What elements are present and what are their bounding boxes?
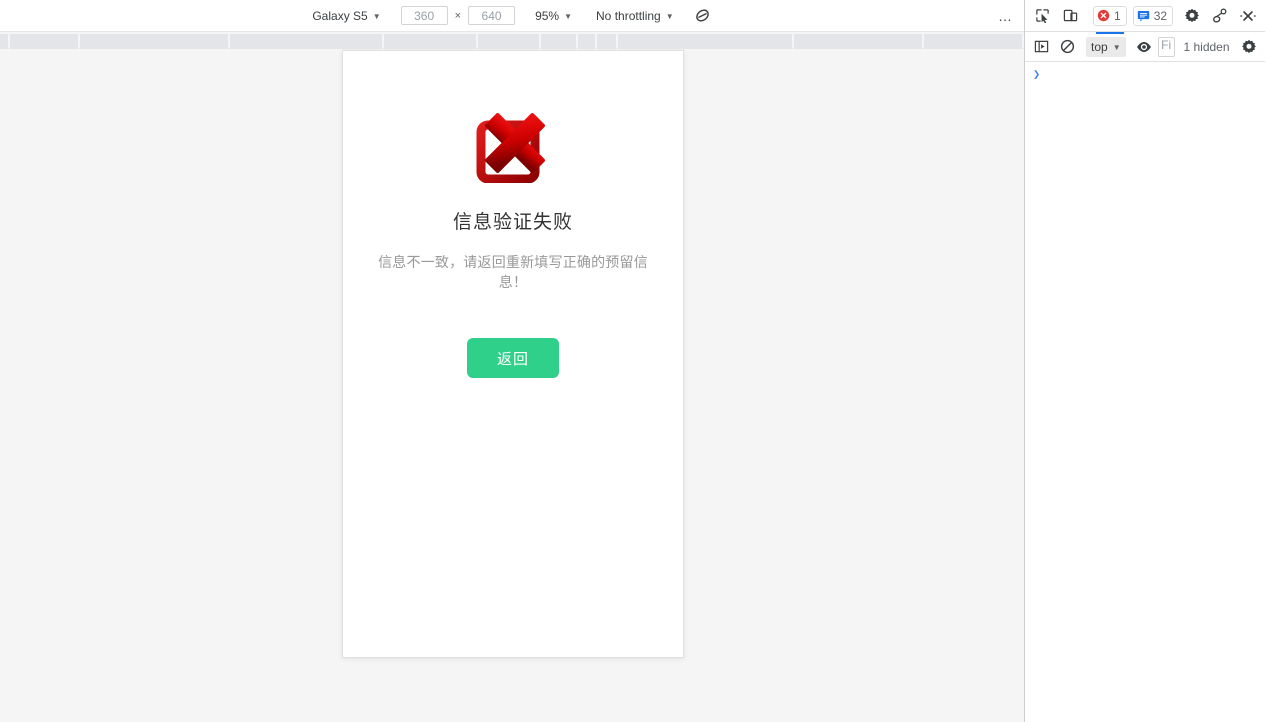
ruler-segment [384, 34, 476, 49]
console-message-area[interactable]: ❯ [1025, 62, 1265, 722]
chevron-down-icon: ▼ [564, 13, 572, 21]
close-icon[interactable] [1235, 4, 1261, 28]
message-bubble-icon [1137, 9, 1150, 22]
rotate-icon[interactable] [690, 5, 716, 27]
throttling-selector[interactable]: No throttling ▼ [592, 5, 678, 27]
clear-console-icon-glyph [1060, 39, 1075, 54]
device-toolbar-toggle-icon-glyph [1063, 8, 1078, 23]
live-expression-eye-icon[interactable] [1132, 35, 1157, 59]
console-context-label: top [1091, 40, 1108, 54]
console-prompt[interactable]: ❯ [1025, 62, 1265, 87]
error-count-badge[interactable]: 1 [1093, 6, 1127, 26]
console-context-selector[interactable]: top ▼ [1086, 37, 1126, 57]
ruler-segment [0, 34, 8, 49]
device-toolbar-controls: Galaxy S5 ▼ 360 × 640 95% ▼ No throttlin… [308, 5, 715, 27]
page-title: 信息验证失败 [453, 207, 573, 234]
back-button[interactable]: 返回 [467, 338, 559, 378]
console-filter-input[interactable]: Fi [1158, 37, 1175, 57]
ruler-segment [924, 34, 1022, 49]
console-prompt-chevron-icon: ❯ [1033, 67, 1040, 82]
ruler-segment [10, 34, 78, 49]
close-icon-glyph [1240, 8, 1256, 24]
devtools-topbar: 1 32 [1025, 0, 1265, 32]
browser-window: Galaxy S5 ▼ 360 × 640 95% ▼ No throttlin… [0, 0, 1266, 722]
console-toolbar: top ▼ Fi 1 hidden [1025, 32, 1265, 62]
customize-devtools-icon-glyph [1212, 8, 1228, 24]
ruler-segment [597, 34, 617, 49]
device-emulation-pane: Galaxy S5 ▼ 360 × 640 95% ▼ No throttlin… [0, 0, 1025, 722]
inspect-element-icon[interactable] [1029, 4, 1055, 28]
console-settings-gear-icon[interactable] [1237, 35, 1262, 59]
ruler-segment [794, 34, 922, 49]
ruler-segment [80, 34, 229, 49]
viewport-width-input[interactable]: 360 [401, 6, 448, 25]
device-toolbar: Galaxy S5 ▼ 360 × 640 95% ▼ No throttlin… [0, 0, 1024, 32]
zoom-selector[interactable]: 95% ▼ [531, 5, 576, 27]
console-settings-gear-icon-glyph [1241, 39, 1257, 55]
viewport-ruler[interactable] [0, 32, 1024, 49]
red-error-cross-icon [475, 111, 551, 183]
ruler-segment [541, 34, 576, 49]
red-error-cross-icon-glyph [475, 111, 551, 183]
message-count-badge[interactable]: 32 [1133, 6, 1173, 26]
console-sidebar-toggle-icon[interactable] [1029, 35, 1054, 59]
ruler-segment [618, 34, 791, 49]
live-expression-eye-icon-glyph [1136, 39, 1152, 55]
chevron-down-icon: ▼ [1113, 44, 1121, 52]
error-count-label: 1 [1114, 9, 1121, 23]
message-count-label: 32 [1154, 9, 1167, 23]
ruler-segment [230, 34, 382, 49]
ruler-segment [478, 34, 539, 49]
clear-console-icon[interactable] [1056, 35, 1081, 59]
page-description: 信息不一致，请返回重新填写正确的预留信息！ [367, 252, 659, 292]
page-content: 信息验证失败 信息不一致，请返回重新填写正确的预留信息！ 返回 [343, 51, 683, 657]
error-circle-icon [1097, 9, 1110, 22]
chevron-down-icon: ▼ [666, 13, 674, 21]
zoom-selector-label: 95% [535, 9, 559, 23]
inspect-element-icon-glyph [1035, 8, 1050, 23]
hidden-messages-label: 1 hidden [1183, 40, 1229, 54]
ruler-segment [578, 34, 595, 49]
chevron-down-icon: ▼ [373, 13, 381, 21]
gear-icon[interactable] [1179, 4, 1205, 28]
viewport-area: 信息验证失败 信息不一致，请返回重新填写正确的预留信息！ 返回 [0, 49, 1024, 722]
size-separator: × [448, 10, 468, 22]
gear-icon-glyph [1184, 8, 1200, 24]
console-sidebar-toggle-icon-glyph [1034, 39, 1049, 54]
throttling-selector-label: No throttling [596, 9, 661, 23]
device-selector[interactable]: Galaxy S5 ▼ [308, 5, 384, 27]
more-options-label: … [998, 12, 1014, 20]
emulated-device-frame: 信息验证失败 信息不一致，请返回重新填写正确的预留信息！ 返回 [342, 50, 684, 658]
viewport-height-input[interactable]: 640 [468, 6, 515, 25]
more-options-button[interactable]: … [994, 5, 1018, 27]
customize-devtools-icon[interactable] [1207, 4, 1233, 28]
device-toolbar-toggle-icon[interactable] [1057, 4, 1083, 28]
devtools-panel: 1 32 [1025, 0, 1265, 722]
rotate-icon-glyph [695, 8, 710, 23]
device-selector-label: Galaxy S5 [312, 9, 367, 23]
